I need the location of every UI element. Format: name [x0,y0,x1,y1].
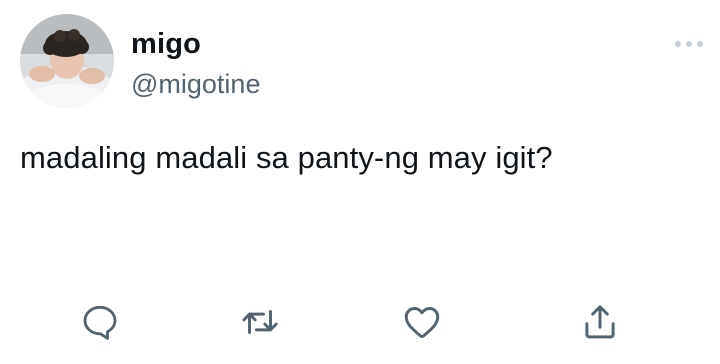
avatar[interactable] [20,14,114,108]
more-horizontal-icon [675,41,703,47]
retweet-button[interactable] [238,300,282,344]
tweet-text: madaling madali sa panty-ng may igit? [20,140,553,175]
reply-icon [83,305,117,340]
reply-button[interactable] [78,300,122,344]
share-icon [585,305,615,339]
share-button[interactable] [578,300,622,344]
display-name[interactable]: migo [131,26,201,62]
more-options-button[interactable] [672,36,706,52]
retweet-icon [242,310,278,334]
heart-icon [404,307,440,339]
profile-photo [20,14,114,108]
user-handle[interactable]: @migotine [131,67,260,101]
like-button[interactable] [400,300,444,344]
